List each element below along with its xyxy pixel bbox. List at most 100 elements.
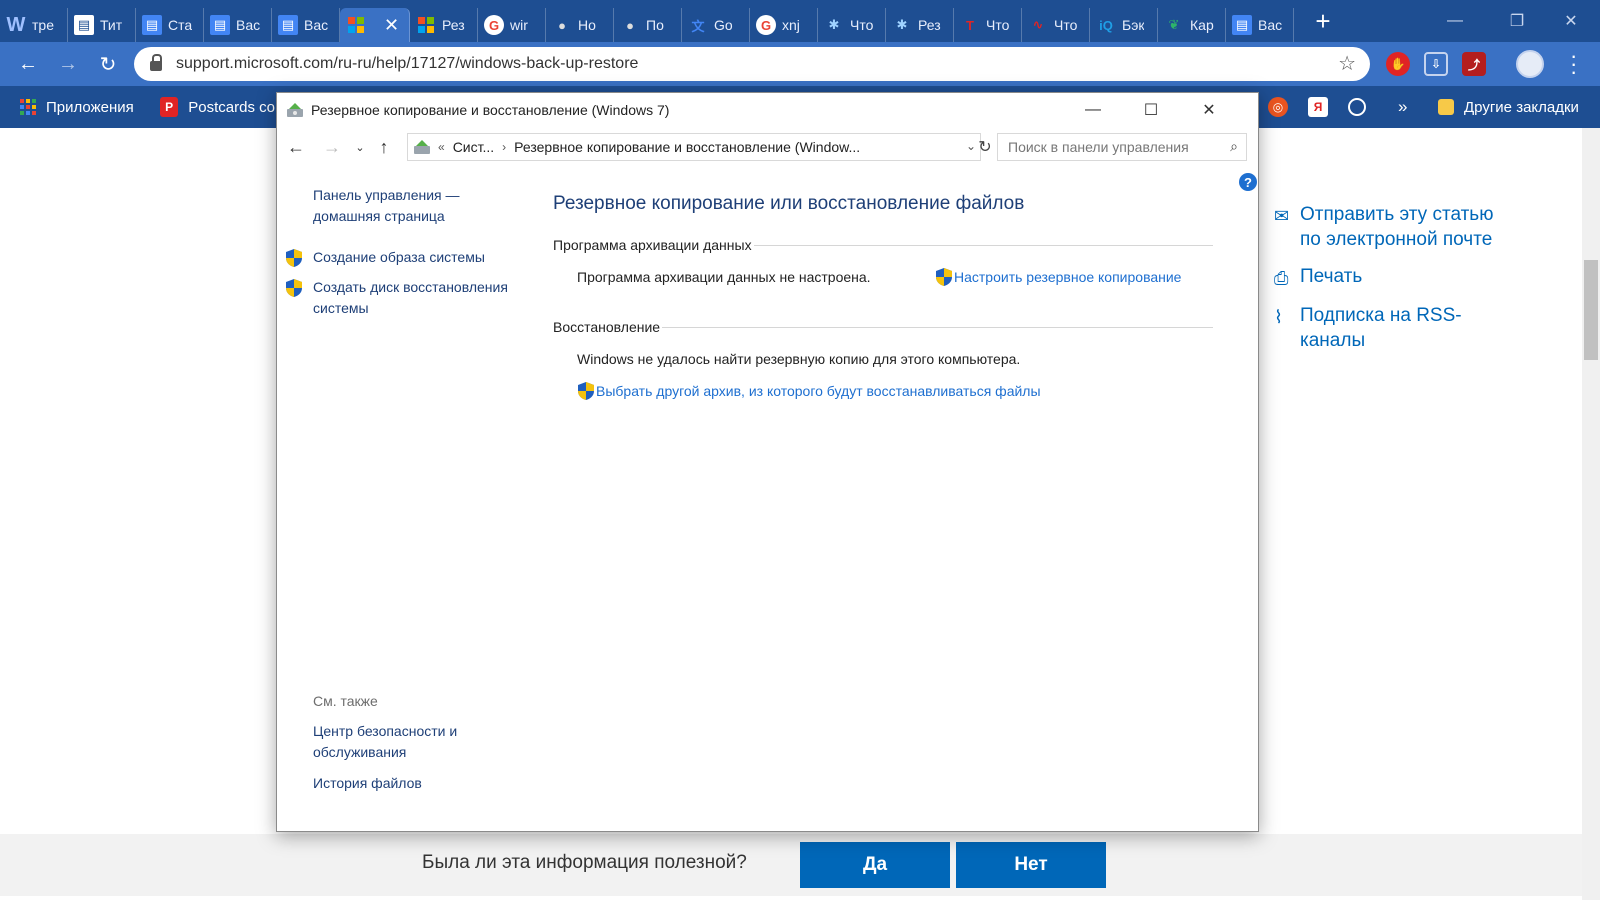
- breadcrumb-overflow[interactable]: «: [438, 140, 445, 154]
- browser-toolbar: ← → ↻ support.microsoft.com/ru-ru/help/1…: [0, 42, 1600, 86]
- tab-favicon-icon: T: [966, 17, 974, 33]
- github-bookmark-icon[interactable]: [1348, 98, 1366, 116]
- article-side-links: ✉ Отправить эту статью по электронной по…: [1274, 202, 1514, 365]
- browser-tab[interactable]: 文 Go: [682, 8, 750, 42]
- bookmarks-overflow-button[interactable]: »: [1398, 97, 1407, 117]
- bookmark-postcards[interactable]: P Postcards cor: [160, 97, 280, 117]
- explorer-up-icon[interactable]: ↑: [373, 135, 395, 159]
- print-icon: ⎙: [1274, 268, 1289, 288]
- browser-tab[interactable]: ∿ Что: [1022, 8, 1090, 42]
- rss-label[interactable]: Подписка на RSS-каналы: [1300, 303, 1514, 353]
- select-another-backup-link[interactable]: Выбрать другой архив, из которого будут …: [577, 381, 1041, 401]
- tab-favicon-icon: 文: [691, 18, 705, 34]
- forward-icon[interactable]: →: [54, 50, 82, 78]
- tab-title: Ста: [168, 17, 193, 33]
- file-history-link[interactable]: История файлов: [313, 773, 513, 794]
- adblock-extension-icon[interactable]: ✋: [1386, 52, 1410, 76]
- tab-favicon-icon: ▤: [142, 15, 162, 35]
- browser-tab[interactable]: ▤ Вас: [204, 8, 272, 42]
- address-bar[interactable]: support.microsoft.com/ru-ru/help/17127/w…: [134, 47, 1370, 81]
- scrollbar-thumb[interactable]: [1584, 260, 1598, 360]
- bookmark-other-label: Другие закладки: [1464, 98, 1579, 116]
- window-minimize-button[interactable]: —: [1065, 93, 1121, 127]
- breadcrumb-backup[interactable]: Резервное копирование и восстановление (…: [514, 139, 860, 155]
- feedback-no-button[interactable]: Нет: [956, 842, 1106, 888]
- breadcrumb-system[interactable]: Сист...: [453, 139, 494, 155]
- browser-tab[interactable]: ✱ Что: [818, 8, 886, 42]
- close-browser-button[interactable]: ✕: [1540, 0, 1600, 42]
- bookmark-apps-label: Приложения: [46, 98, 134, 116]
- browser-tab[interactable]: T Что: [954, 8, 1022, 42]
- tab-favicon-icon: iQ: [1099, 17, 1113, 33]
- url-text[interactable]: support.microsoft.com/ru-ru/help/17127/w…: [176, 55, 638, 73]
- uac-shield-icon: [578, 382, 594, 400]
- control-panel-home-link[interactable]: Панель управления — домашняя страница: [313, 185, 513, 227]
- rss-link[interactable]: ⌇ Подписка на RSS-каналы: [1274, 303, 1514, 353]
- browser-tab[interactable]: Gwir: [478, 8, 546, 42]
- print-link[interactable]: ⎙ Печать: [1274, 264, 1514, 291]
- pdf-extension-icon[interactable]: ⤴: [1462, 52, 1486, 76]
- print-label[interactable]: Печать: [1300, 264, 1362, 289]
- browser-tab[interactable]: ▤ Ста: [136, 8, 204, 42]
- close-tab-icon[interactable]: ✕: [384, 15, 399, 36]
- explorer-back-icon[interactable]: ←: [285, 135, 307, 159]
- download-extension-icon[interactable]: ⇩: [1424, 52, 1448, 76]
- rss-icon: ⌇: [1274, 307, 1283, 327]
- setup-backup-link[interactable]: Настроить резервное копирование: [935, 267, 1181, 287]
- browser-tab[interactable]: Gxnj: [750, 8, 818, 42]
- tab-title: Вас: [1258, 17, 1283, 33]
- minimize-browser-button[interactable]: —: [1424, 0, 1486, 42]
- security-center-link[interactable]: Центр безопасности и обслуживания: [313, 721, 483, 763]
- lock-icon: [150, 54, 162, 71]
- explorer-forward-icon[interactable]: →: [321, 135, 343, 159]
- profile-avatar[interactable]: [1516, 50, 1544, 78]
- browser-tab[interactable]: ● По: [614, 8, 682, 42]
- page-heading: Резервное копирование или восстановление…: [553, 193, 1025, 214]
- apps-grid-icon: [20, 99, 36, 115]
- new-tab-button[interactable]: +: [1308, 6, 1338, 37]
- bookmark-apps[interactable]: Приложения: [20, 99, 134, 116]
- mail-icon: ✉: [1274, 206, 1290, 226]
- browser-tab[interactable]: ❦ Кар: [1158, 8, 1226, 42]
- reload-icon[interactable]: ↻: [94, 50, 122, 78]
- browser-tab[interactable]: ▤ Тит: [68, 8, 136, 42]
- recent-locations-chevron-icon[interactable]: ⌄: [349, 135, 371, 159]
- explorer-refresh-icon[interactable]: ↻: [972, 135, 998, 159]
- uac-shield-icon: [286, 249, 302, 267]
- browser-menu-icon[interactable]: · · ·: [1570, 45, 1577, 83]
- window-titlebar[interactable]: Резервное копирование и восстановление (…: [277, 93, 1258, 127]
- control-panel-left-pane: Панель управления — домашняя страница Со…: [277, 165, 547, 825]
- tab-favicon-icon: W: [6, 13, 26, 36]
- browser-tab[interactable]: iQ Бэк: [1090, 8, 1158, 42]
- explorer-address-bar[interactable]: « Сист... › Резервное копирование и восс…: [407, 133, 981, 161]
- browser-tab[interactable]: Wтре: [0, 8, 68, 42]
- bookmark-other[interactable]: Другие закладки: [1438, 99, 1579, 116]
- create-recovery-disc-link[interactable]: Создать диск восстановления системы: [286, 277, 533, 319]
- window-maximize-button[interactable]: ☐: [1123, 93, 1179, 127]
- window-close-button[interactable]: ✕: [1181, 93, 1237, 127]
- browser-tab[interactable]: ● Но: [546, 8, 614, 42]
- tab-title: Что: [1054, 17, 1078, 33]
- browser-tab[interactable]: Рез: [410, 8, 478, 42]
- page-scrollbar[interactable]: [1582, 128, 1600, 900]
- feedback-yes-button[interactable]: Да: [800, 842, 950, 888]
- help-icon[interactable]: ?: [1239, 173, 1257, 191]
- restore-status-text: Windows не удалось найти резервную копию…: [577, 351, 1021, 367]
- email-article-label[interactable]: Отправить эту статью по электронной почт…: [1300, 202, 1514, 252]
- search-icon[interactable]: ⌕: [1230, 138, 1238, 155]
- create-recovery-disc-label: Создать диск восстановления системы: [313, 279, 508, 316]
- ubuntu-bookmark-icon[interactable]: ◎: [1268, 97, 1288, 117]
- back-icon[interactable]: ←: [14, 50, 42, 78]
- restore-browser-button[interactable]: ❐: [1486, 0, 1548, 42]
- browser-tab[interactable]: ✕: [340, 8, 410, 42]
- bookmark-star-icon[interactable]: ☆: [1338, 51, 1356, 76]
- control-panel-search-input[interactable]: Поиск в панели управления ⌕: [997, 133, 1247, 161]
- select-another-backup-label: Выбрать другой архив, из которого будут …: [596, 383, 1041, 399]
- browser-tab[interactable]: ▤ Вас: [272, 8, 340, 42]
- email-article-link[interactable]: ✉ Отправить эту статью по электронной по…: [1274, 202, 1514, 252]
- yandex-bookmark-icon[interactable]: Я: [1308, 97, 1328, 117]
- browser-tab[interactable]: ✱ Рез: [886, 8, 954, 42]
- browser-tab[interactable]: ▤ Вас: [1226, 8, 1294, 42]
- breadcrumb-separator-icon[interactable]: ›: [502, 140, 506, 154]
- create-system-image-link[interactable]: Создание образа системы: [286, 247, 543, 268]
